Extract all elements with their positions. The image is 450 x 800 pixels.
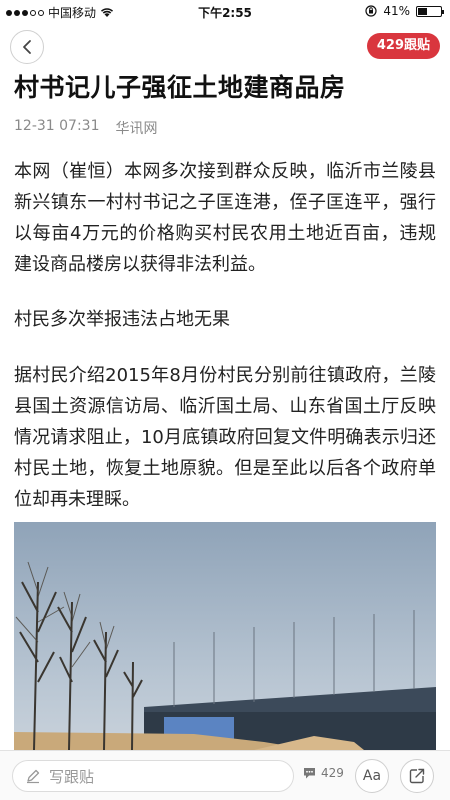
article-date: 12-31 07:31: [14, 118, 100, 134]
share-button[interactable]: [400, 759, 434, 793]
chevron-left-icon: [23, 40, 31, 54]
battery-percent: 41%: [383, 4, 410, 18]
follow-count-badge[interactable]: 429跟贴: [366, 33, 440, 59]
comment-input[interactable]: 写跟贴: [12, 760, 294, 792]
battery-fill: [418, 7, 427, 15]
status-bar: 中国移动 下午2:55 41%: [0, 0, 450, 24]
article-title: 村书记儿子强征土地建商品房: [14, 73, 346, 102]
comment-count-label: 429: [321, 766, 344, 780]
comment-placeholder: 写跟贴: [49, 767, 95, 786]
comment-count[interactable]: 429: [302, 766, 344, 780]
battery-icon: [416, 5, 444, 17]
nav-bar: 429跟贴: [0, 24, 450, 70]
font-size-label: Aa: [362, 768, 382, 784]
pencil-icon: [27, 769, 40, 784]
comment-bubble-icon: [304, 768, 315, 779]
share-icon: [409, 768, 425, 784]
font-size-button[interactable]: Aa: [355, 759, 389, 793]
article-meta: 12-31 07:31 华讯网: [14, 118, 436, 138]
article: 村书记儿子强征土地建商品房 12-31 07:31 华讯网 本网（崔恒）本网多次…: [14, 70, 436, 515]
article-subheading: 村民多次举报违法占地无果: [14, 309, 230, 330]
article-paragraph: 本网（崔恒）本网多次接到群众反映，临沂市兰陵县新兴镇东一村村书记之子匡连港，侄子…: [14, 161, 436, 275]
orientation-lock-icon: [365, 5, 377, 17]
article-photo-image: [14, 522, 436, 750]
back-button[interactable]: [10, 30, 44, 64]
bottom-bar: 写跟贴 429 Aa: [0, 750, 450, 800]
article-paragraph: 据村民介绍2015年8月份村民分别前往镇政府，兰陵县国土资源信访局、临沂国土局、…: [14, 365, 436, 510]
article-photo[interactable]: [14, 522, 436, 750]
status-right: 41%: [365, 4, 444, 18]
article-source[interactable]: 华讯网: [115, 118, 157, 138]
